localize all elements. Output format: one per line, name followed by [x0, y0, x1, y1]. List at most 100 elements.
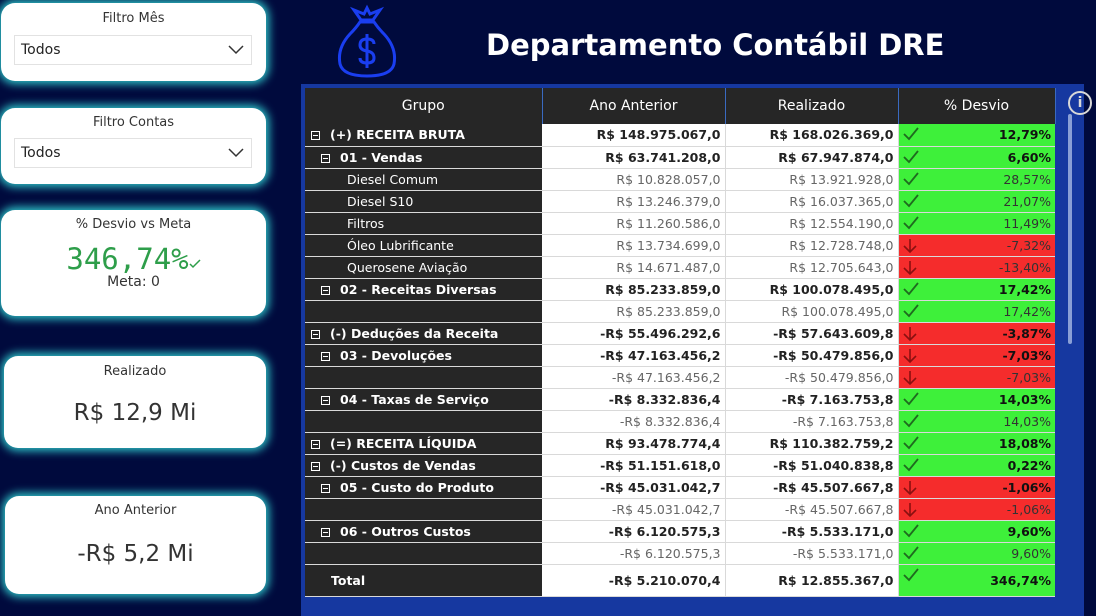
table-row: (-) Custos de Vendas -R$ 51.151.618,0 -R$ …: [305, 454, 1055, 477]
cell-realizado: -R$ 57.643.609,8: [725, 322, 899, 345]
collapse-icon[interactable]: [321, 483, 330, 493]
vertical-scrollbar[interactable]: [1056, 84, 1084, 616]
desvio-value: 17,42%: [998, 281, 1051, 297]
collapse-icon[interactable]: [311, 461, 320, 471]
collapse-icon[interactable]: [321, 285, 330, 295]
row-group-cell: (+) RECEITA BRUTA: [305, 124, 542, 147]
cell-realizado: -R$ 5.533.171,0: [725, 520, 899, 543]
table-body: (+) RECEITA BRUTA R$ 148.975.067,0 R$ 168.…: [305, 124, 1055, 597]
dre-table-container: Grupo Ano Anterior Realizado % Desvio (+…: [301, 84, 1084, 616]
kpi-realizado-title: Realizado: [103, 364, 167, 379]
check-icon: [902, 435, 919, 449]
table-row: Querosene Aviação R$ 14.671.487,0 R$ 12.70…: [305, 256, 1055, 279]
desvio-value: 14,03%: [1003, 413, 1051, 429]
cell-realizado: -R$ 51.040.838,8: [725, 454, 899, 477]
cell-ano-anterior: -R$ 47.163.456,2: [542, 344, 726, 367]
row-label: Diesel S10: [347, 193, 414, 209]
collapse-icon[interactable]: [321, 527, 330, 537]
table-row: (=) RECEITA LÍQUIDA R$ 93.478.774,4 R$ 110…: [305, 432, 1055, 455]
filter-accounts-dropdown[interactable]: Todos: [14, 138, 252, 168]
cell-ano-anterior: -R$ 47.163.456,2: [542, 366, 726, 389]
kpi-desvio-value: 346,74%: [66, 242, 189, 276]
row-label: Diesel Comum: [347, 171, 439, 187]
collapse-icon[interactable]: [321, 351, 330, 361]
desvio-value: 18,08%: [998, 435, 1051, 451]
cell-ano-anterior: R$ 85.233.859,0: [542, 300, 726, 323]
column-header-grupo[interactable]: Grupo: [305, 88, 543, 124]
row-label: 01 - Vendas: [340, 149, 423, 165]
check-icon: [902, 457, 919, 471]
check-icon: [902, 391, 919, 405]
check-icon: [902, 171, 919, 185]
cell-desvio: 17,42%: [898, 300, 1055, 323]
info-icon[interactable]: i: [1068, 91, 1092, 115]
filter-month-dropdown[interactable]: Todos: [14, 35, 252, 65]
cell-realizado: -R$ 50.479.856,0: [725, 344, 899, 367]
filter-accounts-value: Todos: [21, 145, 61, 161]
kpi-desvio-meta: Meta: 0: [107, 274, 160, 290]
filter-month-value: Todos: [21, 42, 61, 58]
desvio-value: 6,60%: [1007, 149, 1051, 165]
column-header-ano-anterior[interactable]: Ano Anterior: [542, 88, 726, 124]
row-group-cell: 05 - Custo do Produto: [305, 476, 542, 499]
cell-ano-anterior: -R$ 45.031.042,7: [542, 476, 726, 499]
cell-ano-anterior: R$ 93.478.774,4: [542, 432, 726, 455]
desvio-value: 0,22%: [1007, 457, 1051, 473]
cell-ano-anterior: R$ 148.975.067,0: [542, 124, 726, 147]
desvio-value: -7,03%: [1006, 369, 1051, 385]
column-header-desvio[interactable]: % Desvio: [898, 88, 1056, 124]
check-icon: [902, 545, 919, 559]
cell-desvio: 28,57%: [898, 168, 1055, 191]
row-group-cell: Total: [305, 564, 542, 597]
dre-table: Grupo Ano Anterior Realizado % Desvio (+…: [305, 88, 1056, 597]
row-group-cell: [305, 498, 542, 521]
row-group-cell: (-) Deduções da Receita: [305, 322, 542, 345]
cell-desvio: -7,32%: [898, 234, 1055, 257]
scrollbar-thumb[interactable]: [1068, 114, 1072, 344]
desvio-value: -7,03%: [1002, 347, 1051, 363]
desvio-value: 21,07%: [1003, 193, 1051, 209]
desvio-value: 11,49%: [1003, 215, 1051, 231]
row-label: Total: [331, 572, 366, 588]
collapse-icon[interactable]: [311, 329, 320, 339]
cell-ano-anterior: R$ 63.741.208,0: [542, 146, 726, 169]
collapse-icon[interactable]: [311, 131, 320, 141]
row-group-cell: Diesel S10: [305, 190, 542, 213]
cell-desvio: -7,03%: [898, 344, 1055, 367]
collapse-icon[interactable]: [311, 439, 320, 449]
row-group-cell: 01 - Vendas: [305, 146, 542, 169]
cell-ano-anterior: -R$ 51.151.618,0: [542, 454, 726, 477]
cell-ano-anterior: R$ 10.828.057,0: [542, 168, 726, 191]
cell-realizado: -R$ 5.533.171,0: [725, 542, 899, 565]
row-group-cell: [305, 300, 542, 323]
cell-realizado: R$ 67.947.874,0: [725, 146, 899, 169]
cell-desvio: 9,60%: [898, 542, 1055, 565]
cell-ano-anterior: R$ 14.671.487,0: [542, 256, 726, 279]
cell-realizado: -R$ 7.163.753,8: [725, 410, 899, 433]
row-label: Óleo Lubrificante: [347, 237, 454, 253]
cell-ano-anterior: R$ 13.734.699,0: [542, 234, 726, 257]
cell-desvio: 21,07%: [898, 190, 1055, 213]
cell-ano-anterior: -R$ 6.120.575,3: [542, 520, 726, 543]
chevron-down-icon: [228, 45, 244, 55]
desvio-value: 9,60%: [1011, 545, 1051, 561]
table-header-row: Grupo Ano Anterior Realizado % Desvio: [305, 88, 1056, 124]
cell-desvio: -13,40%: [898, 256, 1055, 279]
row-label: (-) Deduções da Receita: [330, 325, 499, 341]
kpi-desvio-value-row: 346,74%: [1, 242, 266, 276]
row-group-cell: Filtros: [305, 212, 542, 235]
collapse-icon[interactable]: [321, 153, 330, 163]
column-header-realizado[interactable]: Realizado: [725, 88, 899, 124]
collapse-icon[interactable]: [321, 395, 330, 405]
kpi-desvio-card: % Desvio vs Meta 346,74% Meta: 0: [1, 210, 266, 316]
row-group-cell: Diesel Comum: [305, 168, 542, 191]
cell-desvio: -1,06%: [898, 498, 1055, 521]
check-icon: [902, 523, 919, 537]
cell-realizado: -R$ 45.507.667,8: [725, 498, 899, 521]
cell-realizado: -R$ 50.479.856,0: [725, 366, 899, 389]
check-icon: [189, 259, 201, 269]
row-group-cell: [305, 542, 542, 565]
desvio-value: 346,74%: [990, 572, 1051, 588]
filter-month-title: Filtro Mês: [102, 11, 165, 26]
cell-realizado: R$ 12.728.748,0: [725, 234, 899, 257]
